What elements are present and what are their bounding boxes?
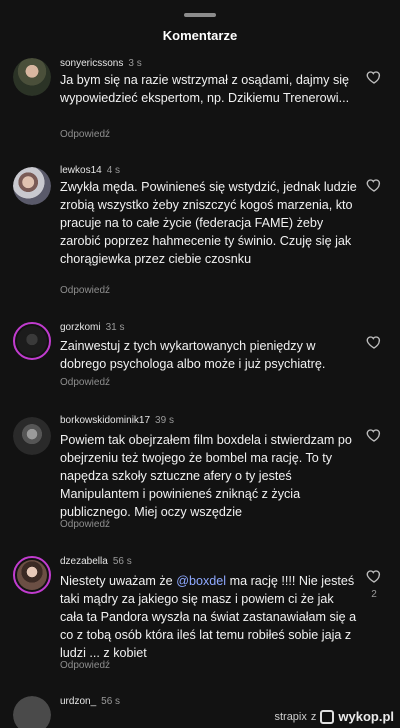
username[interactable]: gorzkomi <box>60 322 101 333</box>
comment-text: Ja bym się na razie wstrzymał z osądami,… <box>60 73 350 105</box>
comment-meta: dzezabella 56 s <box>60 556 132 567</box>
comment-text: Powiem tak obejrzałem film boxdela i stw… <box>60 433 352 519</box>
comment-meta: urdzon_ 56 s <box>60 696 120 707</box>
heart-icon[interactable] <box>366 427 382 443</box>
reply-button[interactable]: Odpowiedź <box>60 519 110 530</box>
timestamp: 39 s <box>155 415 174 426</box>
comment-meta: sonyericssons 3 s <box>60 58 142 69</box>
avatar-image <box>13 58 51 96</box>
sheet-title: Komentarze <box>162 28 238 43</box>
reply-button[interactable]: Odpowiedź <box>60 285 110 296</box>
like-count: 2 <box>371 589 377 600</box>
comment-text: Niestety uważam że @boxdel ma rację !!!!… <box>60 572 360 662</box>
comment-text: Zwykła męda. Powinieneś się wstydzić, je… <box>60 180 357 266</box>
username[interactable]: lewkos14 <box>60 165 102 176</box>
avatar[interactable] <box>13 58 51 96</box>
reply-button[interactable]: Odpowiedź <box>60 129 110 140</box>
comment-meta: gorzkomi 31 s <box>60 322 124 333</box>
avatar-image <box>17 560 47 590</box>
avatar[interactable] <box>13 556 51 594</box>
username[interactable]: dzezabella <box>60 556 108 567</box>
watermark-z: z <box>310 710 317 723</box>
mention-link[interactable]: @boxdel <box>176 574 226 588</box>
sheet-handle[interactable] <box>184 13 216 17</box>
avatar-image <box>13 167 51 205</box>
comment-meta: lewkos14 4 s <box>60 165 120 176</box>
watermark: strapix z wykop.pl <box>274 709 394 724</box>
timestamp: 3 s <box>128 58 142 69</box>
heart-icon[interactable] <box>366 177 382 193</box>
heart-icon[interactable] <box>366 334 382 350</box>
comment-meta: borkowskidominik17 39 s <box>60 415 174 426</box>
heart-icon[interactable] <box>366 568 382 584</box>
timestamp: 56 s <box>101 696 121 707</box>
avatar[interactable] <box>13 322 51 360</box>
heart-icon[interactable] <box>366 69 382 85</box>
watermark-user: strapix <box>274 710 307 723</box>
reply-button[interactable]: Odpowiedź <box>60 660 110 671</box>
username[interactable]: urdzon_ <box>60 696 96 707</box>
wykop-logo-icon <box>320 709 335 724</box>
comment-text: Zainwestuj z tych wykartowanych pieniędz… <box>60 339 326 371</box>
timestamp: 4 s <box>106 165 121 176</box>
avatar[interactable] <box>13 167 51 205</box>
avatar-image <box>13 417 51 455</box>
watermark-brand: wykop.pl <box>338 709 394 724</box>
avatar[interactable] <box>13 696 51 728</box>
comment-text-part: Niestety uważam że <box>60 574 177 588</box>
avatar[interactable] <box>13 417 51 455</box>
reply-button[interactable]: Odpowiedź <box>60 377 110 388</box>
username[interactable]: sonyericssons <box>60 58 123 69</box>
avatar-image <box>13 696 51 728</box>
timestamp: 56 s <box>112 556 132 567</box>
timestamp: 31 s <box>105 322 125 333</box>
avatar-image <box>17 326 47 356</box>
username[interactable]: borkowskidominik17 <box>60 415 150 426</box>
